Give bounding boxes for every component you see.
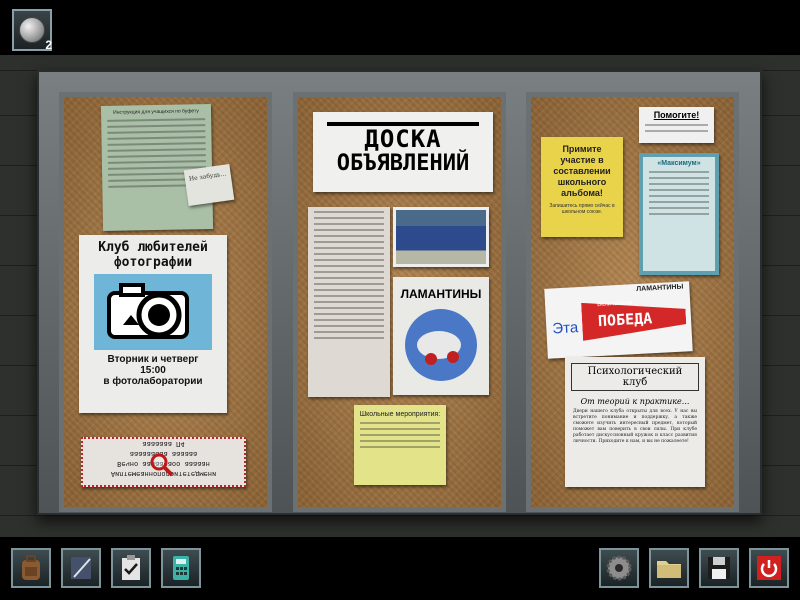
save-button[interactable] [699, 548, 739, 588]
quit-button[interactable] [749, 548, 789, 588]
handwritten-note[interactable]: Не забудь… [183, 163, 235, 207]
pennant-word: ПОБЕДА [597, 309, 653, 331]
manatees-poster[interactable]: ЛАМАНТИНЫ [393, 277, 489, 395]
photo-club-days: Вторник и четверг [107, 354, 199, 365]
rules-title: Инструкция для учащихся по буфету [113, 108, 199, 116]
board-title-line-2: ОБЪЯВЛЕНИЙ [336, 151, 470, 176]
maxim-flyer[interactable]: «Максимум» [639, 153, 719, 275]
floppy-icon [708, 557, 730, 579]
center-cork-panel: ДОСКА ОБЪЯВЛЕНИЙ ЛАМАНТИНЫ Школьные меро… [293, 92, 506, 512]
photo-club-time: 15:00 [140, 365, 166, 376]
team-photo[interactable] [393, 207, 489, 267]
yearbook-line-2: участие в [560, 155, 604, 165]
psych-club-poster[interactable]: Психологический клуб От теорий к практик… [565, 357, 705, 487]
game-scene: Инструкция для учащихся по буфету Не заб… [0, 55, 800, 537]
files-button[interactable] [649, 548, 689, 588]
checklist-icon [122, 555, 140, 580]
help-notice[interactable]: Помогите! [639, 107, 714, 143]
yearbook-line-4: школьного [557, 177, 607, 187]
school-events-title: Школьные мероприятия: [359, 411, 441, 418]
board-title-line-1: ДОСКА [364, 125, 442, 153]
photo-club-place: в фотолаборатории [103, 376, 203, 387]
left-cork-panel: Инструкция для учащихся по буфету Не заб… [59, 92, 272, 512]
mirrored-line-4: ааааааа П4 [142, 440, 185, 448]
pennant-left-text: Эта [551, 319, 579, 338]
quarter-coin-icon[interactable] [19, 17, 45, 43]
yearbook-line-5: альбома! [561, 188, 603, 198]
power-icon [757, 556, 781, 580]
gear-icon [606, 555, 632, 581]
magnifier-cursor-icon [149, 452, 175, 483]
bottom-toolbar [0, 537, 800, 600]
backpack-icon [22, 555, 40, 580]
photo-club-title-1: Клуб любителей [98, 240, 208, 255]
bulletin-board-frame: Инструкция для учащихся по буфету Не заб… [37, 70, 762, 515]
yearbook-line-1: Примите [562, 144, 602, 154]
manatees-title: ЛАМАНТИНЫ [400, 287, 482, 301]
settings-button[interactable] [599, 548, 639, 588]
psych-club-body: Двери нашего клуба открыты для всех. У н… [573, 409, 697, 444]
pennant-top-text: ЛАМАНТИНЫ [636, 283, 684, 294]
manatee-logo [405, 309, 477, 381]
notebook-icon [71, 557, 91, 579]
camera-illustration [94, 274, 212, 350]
psych-club-subtitle: От теорий к практике... [580, 397, 690, 406]
right-cork-panel: Примите участие в составлении школьного … [526, 92, 739, 512]
inventory-slot[interactable]: 2 [12, 9, 52, 52]
maxim-title: «Максимум» [657, 160, 701, 167]
notebook-button[interactable] [61, 548, 101, 588]
inventory-count: 2 [45, 38, 52, 52]
help-title: Помогите! [653, 110, 700, 120]
yearbook-small-print: Запишитесь прямо сейчас в школьном союзе… [549, 203, 615, 215]
board-title-sign: ДОСКА ОБЪЯВЛЕНИЙ [313, 112, 493, 192]
victory-pennant[interactable]: ЛАМАНТИНЫ Эта Величайшая ПОБЕДА [544, 281, 693, 359]
photo-club-title-2: фотографии [113, 255, 193, 270]
backpack-button[interactable] [11, 548, 51, 588]
typed-announcement[interactable] [308, 207, 390, 397]
yearbook-line-3: составлении [553, 166, 611, 176]
calculator-icon [173, 556, 189, 580]
yearbook-poster[interactable]: Примите участие в составлении школьного … [541, 137, 623, 237]
inventory-bar: 2 [0, 0, 800, 55]
task-list-button[interactable] [111, 548, 151, 588]
psych-club-title: Психологический клуб [587, 366, 683, 388]
cellphone-button[interactable] [161, 548, 201, 588]
school-events-notice[interactable]: Школьные мероприятия: [354, 405, 446, 485]
photo-club-poster[interactable]: Клуб любителей фотографии Вторник и четв… [79, 235, 227, 413]
folder-icon [657, 561, 681, 578]
